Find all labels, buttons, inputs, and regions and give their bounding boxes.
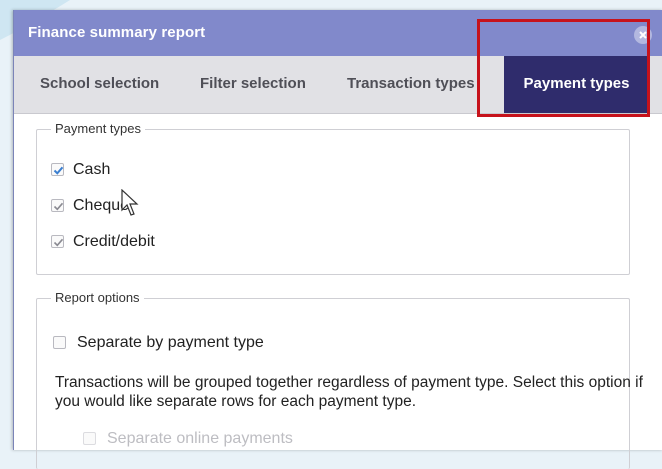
separate-by-payment-type-label: Separate by payment type xyxy=(77,334,264,351)
tab-school-selection[interactable]: School selection xyxy=(40,56,159,113)
highlight-annotation xyxy=(477,19,650,117)
cheque-checkbox[interactable] xyxy=(51,199,64,212)
tab-transaction-types[interactable]: Transaction types xyxy=(347,56,475,113)
separate-by-payment-type-checkbox[interactable] xyxy=(53,336,66,349)
separate-online-payments-checkbox[interactable] xyxy=(83,432,96,445)
mouse-cursor-icon xyxy=(121,189,139,216)
credit-debit-checkbox[interactable] xyxy=(51,235,64,248)
payment-types-legend: Payment types xyxy=(51,121,145,137)
report-options-description: Transactions will be grouped together re… xyxy=(55,374,643,410)
report-options-legend: Report options xyxy=(51,290,144,306)
credit-debit-label: Credit/debit xyxy=(73,233,155,250)
report-options-group: Report options Separate by payment type … xyxy=(36,290,643,469)
separate-online-payments-label: Separate online payments xyxy=(107,430,293,447)
cash-checkbox[interactable] xyxy=(51,163,64,176)
dialog-title: Finance summary report xyxy=(28,24,206,41)
cash-label: Cash xyxy=(73,161,111,178)
tab-filter-selection[interactable]: Filter selection xyxy=(200,56,306,113)
